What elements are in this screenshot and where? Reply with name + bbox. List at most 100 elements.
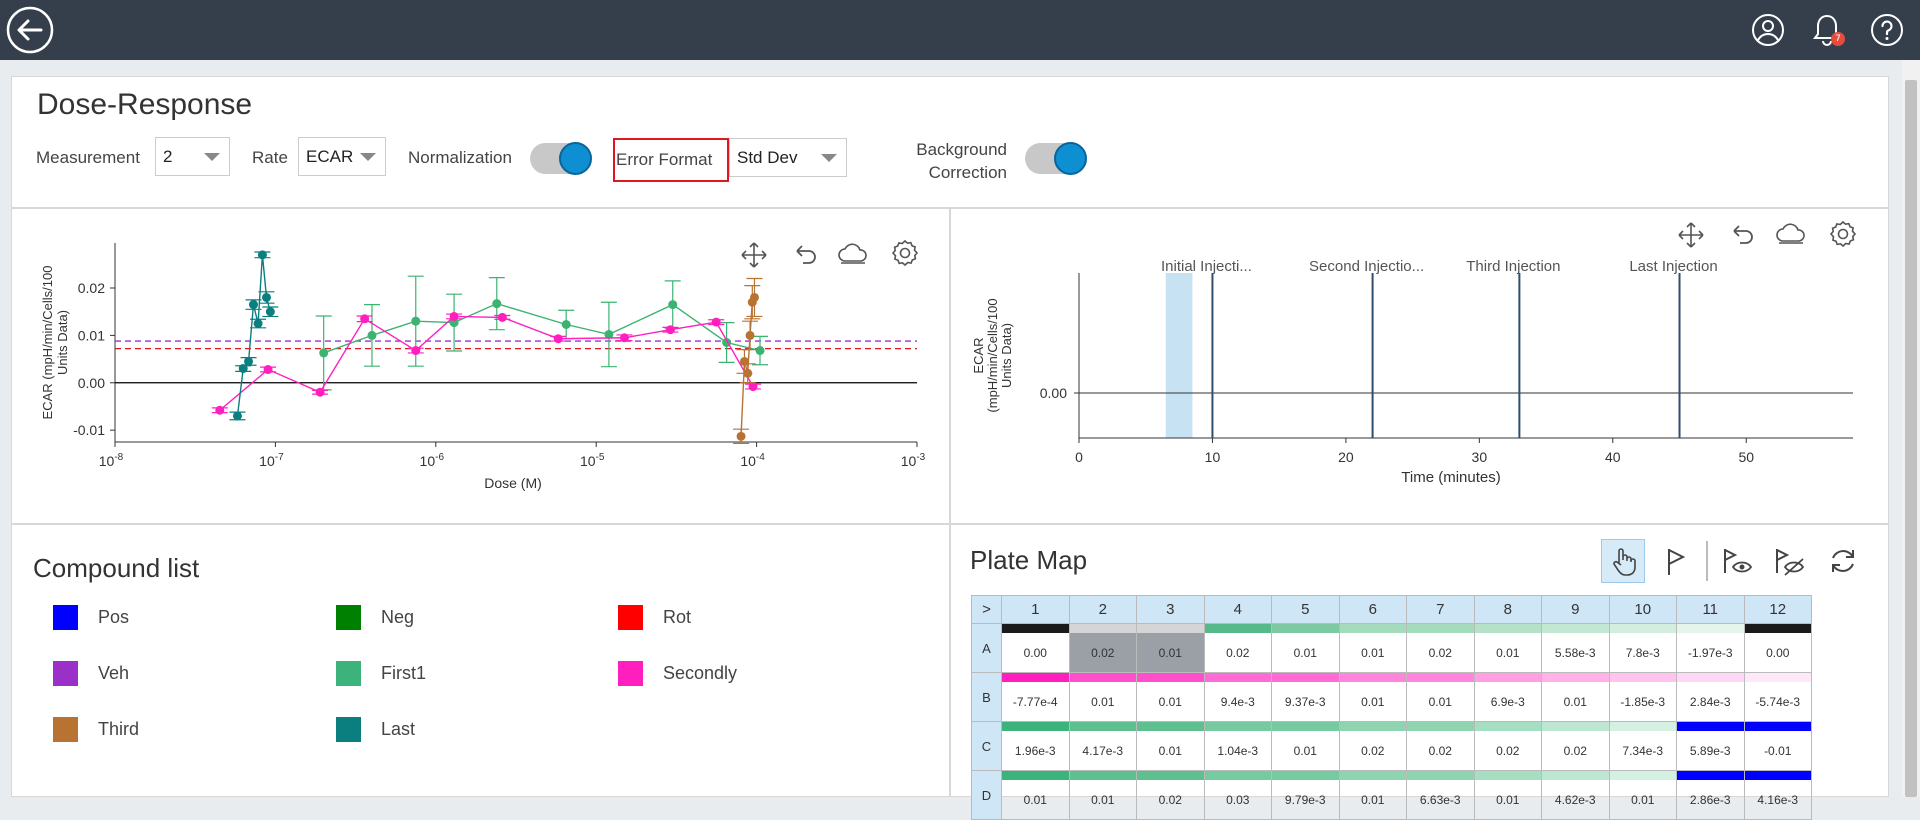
plate-well[interactable]: 0.02 [1136, 770, 1205, 820]
plate-row-header[interactable]: B [971, 672, 1002, 722]
notifications-button[interactable]: 7 [1803, 6, 1851, 54]
compound-item[interactable]: Secondly [618, 661, 737, 686]
plate-well[interactable]: 7.34e-3 [1608, 721, 1677, 771]
pan-button[interactable] [1674, 218, 1708, 252]
plate-well[interactable]: 0.01 [1271, 721, 1340, 771]
plate-column-header[interactable]: 12 [1743, 595, 1812, 624]
plate-well[interactable]: 0.01 [1338, 623, 1407, 673]
compound-item[interactable]: Third [53, 717, 139, 742]
user-account-button[interactable] [1744, 6, 1792, 54]
plate-row-header[interactable]: D [971, 770, 1002, 820]
plate-well[interactable]: 0.02 [1338, 721, 1407, 771]
plate-well[interactable]: 0.01 [1338, 672, 1407, 722]
plate-well[interactable]: 0.01 [1136, 672, 1205, 722]
back-button[interactable] [6, 6, 54, 54]
plate-well[interactable]: 0.01 [1608, 770, 1677, 820]
plate-column-header[interactable]: 9 [1541, 595, 1610, 624]
plate-well[interactable]: 0.02 [1406, 623, 1475, 673]
plate-row-header[interactable]: A [971, 623, 1002, 673]
background-correction-toggle[interactable] [1025, 142, 1087, 175]
plate-column-header[interactable]: 11 [1676, 595, 1745, 624]
plate-well[interactable]: 1.96e-3 [1001, 721, 1070, 771]
plate-well[interactable]: 4.16e-3 [1743, 770, 1812, 820]
compound-item[interactable]: First1 [336, 661, 426, 686]
plate-well[interactable]: 7.8e-3 [1608, 623, 1677, 673]
plate-well[interactable]: 0.01 [1541, 672, 1610, 722]
plate-well[interactable]: -7.77e-4 [1001, 672, 1070, 722]
export-button[interactable] [1774, 218, 1808, 252]
settings-button[interactable] [888, 236, 922, 270]
plate-well[interactable]: -1.97e-3 [1676, 623, 1745, 673]
plate-well[interactable]: 0.00 [1743, 623, 1812, 673]
plate-well[interactable]: 0.02 [1068, 623, 1137, 673]
plate-column-header[interactable]: 10 [1608, 595, 1677, 624]
plate-well[interactable]: 0.01 [1136, 623, 1205, 673]
plate-well[interactable]: 5.58e-3 [1541, 623, 1610, 673]
hide-wells-button[interactable] [1768, 539, 1812, 583]
settings-button[interactable] [1826, 217, 1860, 251]
well-group-color-bar [1069, 673, 1136, 682]
plate-well[interactable]: 2.84e-3 [1676, 672, 1745, 722]
plate-column-header[interactable]: 3 [1136, 595, 1205, 624]
plate-well[interactable]: 9.37e-3 [1271, 672, 1340, 722]
pan-button[interactable] [737, 238, 771, 272]
plate-well[interactable]: -1.85e-3 [1608, 672, 1677, 722]
plate-row-header[interactable]: C [971, 721, 1002, 771]
normalization-toggle[interactable] [530, 142, 592, 175]
plate-well[interactable]: 0.02 [1203, 623, 1272, 673]
compound-item[interactable]: Last [336, 717, 415, 742]
plate-column-header[interactable]: 7 [1406, 595, 1475, 624]
measurement-select[interactable]: 2 [155, 137, 230, 176]
plate-well[interactable]: 0.01 [1473, 623, 1542, 673]
plate-well[interactable]: 0.03 [1203, 770, 1272, 820]
compound-item[interactable]: Neg [336, 605, 414, 630]
compound-item[interactable]: Rot [618, 605, 691, 630]
plate-column-header[interactable]: 5 [1271, 595, 1340, 624]
compound-item[interactable]: Pos [53, 605, 129, 630]
plate-well[interactable]: 0.01 [1068, 672, 1137, 722]
plate-column-header[interactable]: 8 [1473, 595, 1542, 624]
injection-timeline-chart[interactable]: Initial Injecti... Second Injectio... Thir… [951, 209, 1889, 523]
plate-column-header[interactable]: 2 [1068, 595, 1137, 624]
plate-well[interactable]: 0.01 [1338, 770, 1407, 820]
well-group-color-bar [1069, 624, 1136, 633]
plate-well[interactable]: 0.01 [1068, 770, 1137, 820]
plate-well[interactable]: 9.79e-3 [1271, 770, 1340, 820]
plate-column-header[interactable]: 6 [1338, 595, 1407, 624]
export-button[interactable] [836, 238, 870, 272]
plate-well[interactable]: 6.63e-3 [1406, 770, 1475, 820]
plate-column-header[interactable]: 4 [1203, 595, 1272, 624]
show-wells-button[interactable] [1716, 539, 1760, 583]
plate-well[interactable]: 4.62e-3 [1541, 770, 1610, 820]
select-mode-button[interactable] [1601, 539, 1645, 583]
plate-well[interactable]: 0.01 [1271, 623, 1340, 673]
well-group-color-bar [1542, 624, 1609, 633]
plate-well[interactable]: -5.74e-3 [1743, 672, 1812, 722]
plate-well[interactable]: 0.01 [1406, 672, 1475, 722]
compound-item[interactable]: Veh [53, 661, 129, 686]
plate-well[interactable]: 0.01 [1001, 770, 1070, 820]
plate-well[interactable]: 0.01 [1473, 770, 1542, 820]
refresh-button[interactable] [1821, 539, 1865, 583]
plate-well[interactable]: 0.00 [1001, 623, 1070, 673]
rate-select[interactable]: ECAR [298, 137, 386, 176]
plate-well[interactable]: 4.17e-3 [1068, 721, 1137, 771]
plate-well[interactable]: 2.86e-3 [1676, 770, 1745, 820]
plate-well[interactable]: -0.01 [1743, 721, 1812, 771]
help-button[interactable] [1863, 6, 1911, 54]
plate-well[interactable]: 0.02 [1406, 721, 1475, 771]
plate-column-header[interactable]: 1 [1001, 595, 1070, 624]
plate-well[interactable]: 0.01 [1136, 721, 1205, 771]
plate-well[interactable]: 5.89e-3 [1676, 721, 1745, 771]
scrollbar-thumb[interactable] [1905, 80, 1917, 797]
plate-well[interactable]: 1.04e-3 [1203, 721, 1272, 771]
plate-corner-expand[interactable]: > [971, 595, 1002, 624]
plate-well[interactable]: 0.02 [1541, 721, 1610, 771]
undo-button[interactable] [788, 238, 822, 272]
flag-button[interactable] [1654, 539, 1698, 583]
undo-button[interactable] [1725, 218, 1759, 252]
plate-well[interactable]: 9.4e-3 [1203, 672, 1272, 722]
plate-well[interactable]: 6.9e-3 [1473, 672, 1542, 722]
error-format-select[interactable]: Std Dev [729, 138, 847, 177]
plate-well[interactable]: 0.02 [1473, 721, 1542, 771]
